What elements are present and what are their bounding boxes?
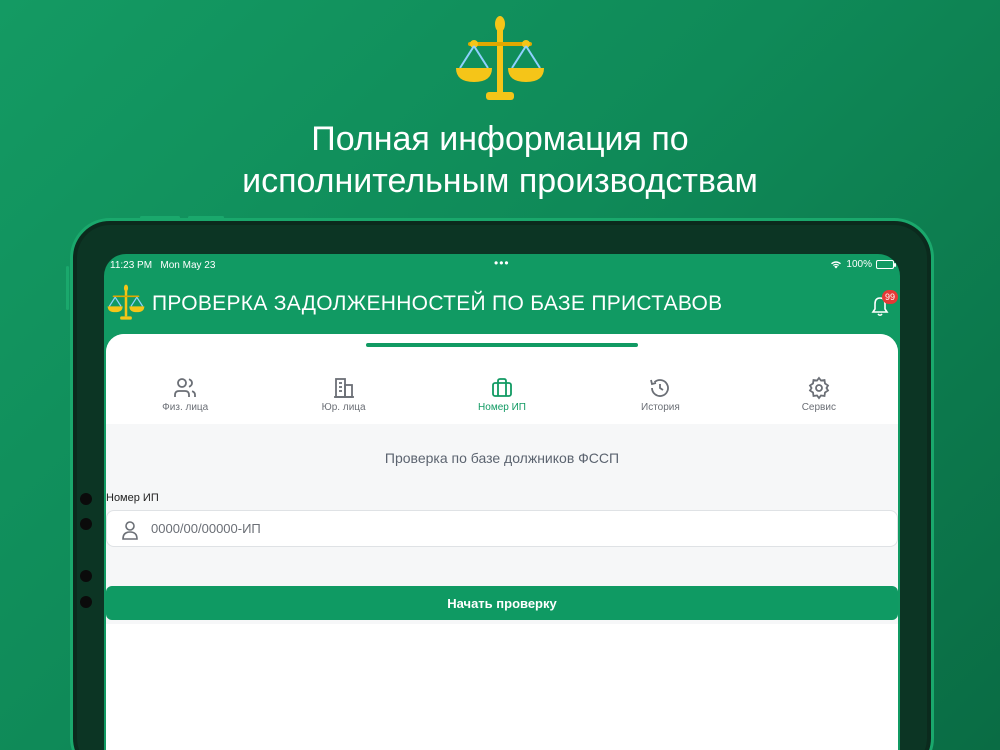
multitask-dots[interactable]: ••• (494, 256, 510, 270)
tab-history[interactable]: История (581, 376, 739, 418)
form-subtitle: Проверка по базе должников ФССП (384, 450, 620, 466)
tab-header: Физ. лица Юр. лица Номер ИП История Серв… (106, 334, 898, 424)
app-screen: 11:23 PM Mon May 23 ••• 100% ПРОВЕРКА ЗА… (104, 254, 900, 750)
battery-percent: 100% (846, 259, 872, 270)
tablet-sensor (80, 570, 92, 582)
status-time-value: 11:23 PM (110, 260, 153, 271)
hero-title-line2: исполнительным производствам (242, 162, 758, 200)
tab-label: Сервис (801, 402, 836, 413)
scales-logo-icon (107, 284, 145, 320)
case-number-label: Номер ИП (106, 492, 159, 504)
tab-case-number[interactable]: Номер ИП (423, 376, 581, 418)
status-date: Mon May 23 (160, 260, 216, 271)
start-check-button[interactable]: Начать проверку (106, 586, 898, 620)
case-number-field (106, 510, 898, 547)
tab-legal-entities[interactable]: Юр. лица (264, 376, 422, 418)
tab-label: Номер ИП (478, 402, 526, 413)
tablet-camera (80, 493, 92, 505)
tab-label: Юр. лица (321, 402, 366, 413)
tab-individuals[interactable]: Физ. лица (106, 376, 264, 418)
battery-icon (876, 260, 896, 269)
case-number-input[interactable] (151, 511, 851, 546)
wifi-icon (831, 261, 842, 269)
content-background (106, 624, 898, 750)
tablet-sensor (80, 518, 92, 530)
tab-label: Физ. лица (162, 402, 209, 413)
notification-badge: 99 (882, 290, 898, 304)
hero-title: Полная информация по исполнительным прои… (0, 118, 1000, 202)
status-time: 11:23 PM Mon May 23 (110, 260, 215, 271)
tablet-top-button (140, 216, 180, 219)
tablet-side-button (66, 266, 69, 310)
app-title: ПРОВЕРКА ЗАДОЛЖЕННОСТЕЙ ПО БАЗЕ ПРИСТАВО… (152, 292, 723, 315)
person-icon (122, 521, 138, 540)
app-bar: ПРОВЕРКА ЗАДОЛЖЕННОСТЕЙ ПО БАЗЕ ПРИСТАВО… (104, 280, 900, 330)
hero-title-line1: Полная информация по (311, 120, 689, 158)
history-icon (650, 379, 670, 397)
gear-icon (808, 376, 830, 400)
drag-handle[interactable] (366, 343, 638, 347)
status-right: 100% (830, 259, 896, 270)
tab-service[interactable]: Сервис (740, 376, 898, 418)
users-icon (174, 378, 197, 397)
scales-logo-icon (456, 16, 544, 100)
tablet-sensor (80, 596, 92, 608)
briefcase-icon (492, 378, 512, 397)
tablet-top-button (188, 216, 224, 219)
tab-label: История (641, 402, 680, 413)
building-icon (333, 378, 354, 398)
content-sheet: Физ. лица Юр. лица Номер ИП История Серв… (106, 334, 898, 750)
tab-bar: Физ. лица Юр. лица Номер ИП История Серв… (106, 376, 898, 418)
status-bar: 11:23 PM Mon May 23 ••• 100% (104, 254, 900, 276)
